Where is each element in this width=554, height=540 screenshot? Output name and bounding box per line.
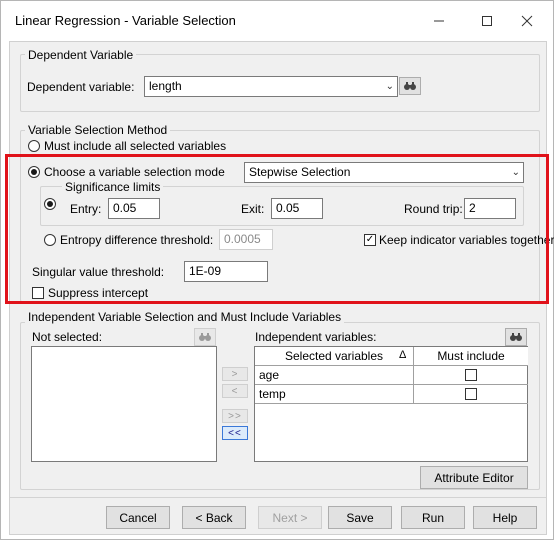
move-right-button[interactable]: > xyxy=(222,367,248,381)
dependent-group-label: Dependent Variable xyxy=(25,48,137,62)
must-include-header-label: Must include xyxy=(437,349,505,363)
highlight-annotation-box xyxy=(5,154,549,304)
maximize-icon[interactable] xyxy=(471,9,503,33)
must-include-cell xyxy=(414,366,528,385)
window-title: Linear Regression - Variable Selection xyxy=(15,13,236,28)
sort-ascending-icon: Δ xyxy=(399,349,407,361)
move-left-button[interactable]: < xyxy=(222,384,248,398)
must-include-all-radio[interactable] xyxy=(28,140,40,152)
minimize-icon[interactable] xyxy=(423,9,455,33)
independent-group-label: Independent Variable Selection and Must … xyxy=(25,310,345,324)
binoculars-icon[interactable] xyxy=(399,77,421,95)
must-include-cell xyxy=(414,385,528,404)
must-include-header[interactable]: Must include xyxy=(414,347,528,366)
selected-variables-header[interactable]: Selected variables xyxy=(255,347,414,366)
close-icon[interactable] xyxy=(511,9,543,33)
table-row[interactable]: age xyxy=(255,366,414,385)
attribute-editor-label: Attribute Editor xyxy=(434,470,514,485)
binoculars-icon[interactable] xyxy=(194,328,216,346)
variable-name-cell: temp xyxy=(259,387,286,401)
chevron-down-icon: ⌄ xyxy=(385,81,394,92)
dialog-window: Linear Regression - Variable Selection D… xyxy=(0,0,554,540)
title-bar: Linear Regression - Variable Selection xyxy=(1,1,553,41)
selection-method-group-label: Variable Selection Method xyxy=(25,123,171,137)
run-button[interactable]: Run xyxy=(401,506,465,529)
help-button[interactable]: Help xyxy=(473,506,537,529)
must-include-checkbox[interactable] xyxy=(465,369,477,381)
footer-divider xyxy=(10,497,546,498)
independent-variables-table: Selected variables Δ Must include age te… xyxy=(254,346,528,462)
binoculars-icon[interactable] xyxy=(505,328,527,346)
dependent-variable-value: length xyxy=(149,79,182,93)
not-selected-label: Not selected: xyxy=(32,330,103,344)
independent-variables-label: Independent variables: xyxy=(255,330,377,344)
attribute-editor-button[interactable]: Attribute Editor xyxy=(420,466,528,489)
move-all-right-button[interactable]: >> xyxy=(222,409,248,423)
back-button[interactable]: < Back xyxy=(182,506,246,529)
not-selected-list[interactable] xyxy=(31,346,217,462)
variable-name-cell: age xyxy=(259,368,280,382)
save-button[interactable]: Save xyxy=(328,506,392,529)
next-button[interactable]: Next > xyxy=(258,506,322,529)
dependent-variable-label: Dependent variable: xyxy=(27,80,135,94)
selected-variables-header-label: Selected variables xyxy=(284,349,384,363)
cancel-button[interactable]: Cancel xyxy=(106,506,170,529)
must-include-all-label: Must include all selected variables xyxy=(44,139,227,153)
must-include-checkbox[interactable] xyxy=(465,388,477,400)
move-all-left-button[interactable]: << xyxy=(222,426,248,440)
dependent-variable-combo[interactable]: length ⌄ xyxy=(144,76,398,97)
table-row[interactable]: temp xyxy=(255,385,414,404)
